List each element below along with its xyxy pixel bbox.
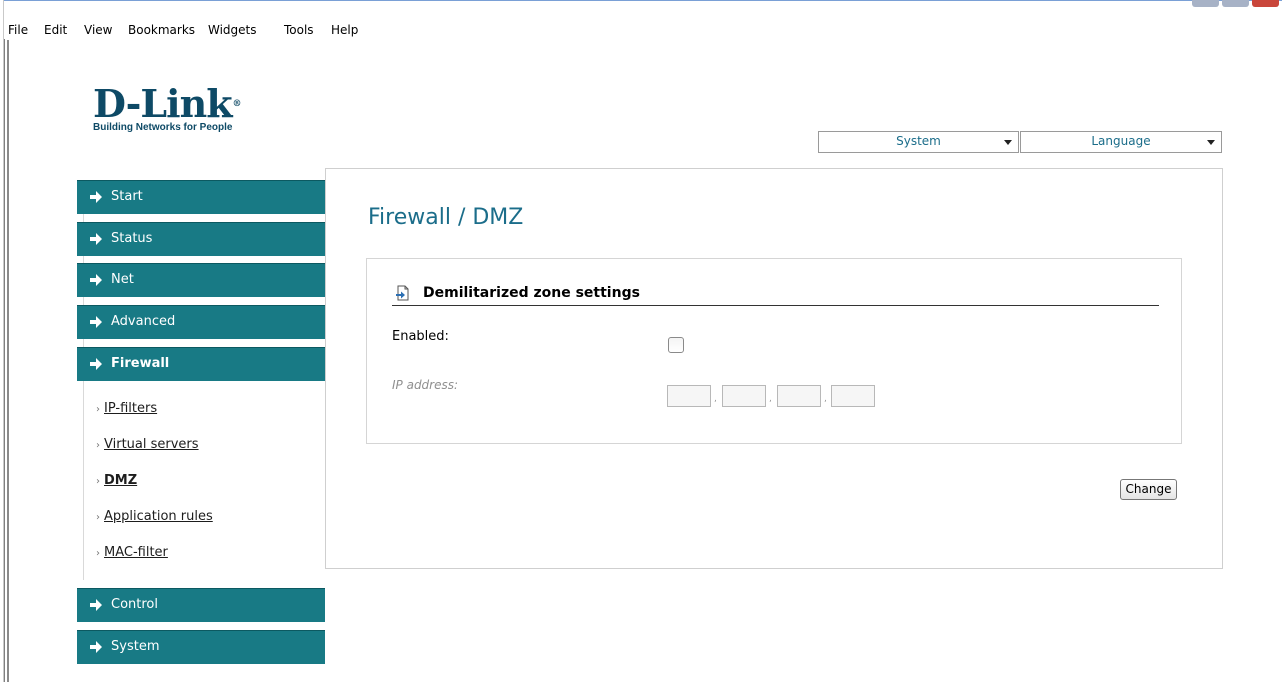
- ip-address-label: IP address:: [392, 378, 459, 392]
- menu-help[interactable]: Help: [331, 23, 358, 37]
- menu-view[interactable]: View: [84, 23, 112, 37]
- menu-file[interactable]: File: [8, 23, 28, 37]
- window-left-border: [0, 0, 5, 682]
- menu-bookmarks[interactable]: Bookmarks: [128, 23, 195, 37]
- maximize-button[interactable]: [1222, 0, 1249, 7]
- sidebar-item-control[interactable]: Control: [77, 588, 325, 622]
- dlink-logo: D-Link® Building Networks for People: [93, 81, 242, 134]
- sidebar-item-net[interactable]: Net: [77, 263, 325, 297]
- ip-octet-1-input[interactable]: [667, 385, 711, 407]
- subnav-mac-filter[interactable]: › MAC-filter: [96, 545, 168, 560]
- bullet-icon: ›: [96, 548, 100, 559]
- bullet-icon: ›: [96, 404, 100, 415]
- system-select[interactable]: System: [818, 131, 1019, 153]
- arrow-right-icon: [90, 641, 102, 653]
- menu-tools[interactable]: Tools: [284, 23, 314, 37]
- sidebar-item-system[interactable]: System: [77, 630, 325, 664]
- bullet-icon: ›: [96, 440, 100, 451]
- menu-edit[interactable]: Edit: [44, 23, 67, 37]
- sidebar-item-firewall[interactable]: Firewall: [77, 347, 325, 381]
- ip-separator: ,: [824, 394, 827, 404]
- ip-separator: ,: [769, 394, 772, 404]
- page-title: Firewall / DMZ: [368, 205, 524, 230]
- browser-menubar: File Edit View Bookmarks Widgets Tools H…: [4, 0, 1282, 39]
- enabled-checkbox[interactable]: [668, 337, 684, 353]
- enabled-label: Enabled:: [392, 329, 449, 344]
- language-select[interactable]: Language: [1020, 131, 1222, 153]
- subnav-dmz[interactable]: › DMZ: [96, 473, 137, 488]
- subnav-ip-filters[interactable]: › IP-filters: [96, 401, 157, 416]
- arrow-right-icon: [90, 274, 102, 286]
- arrow-right-icon: [90, 358, 102, 370]
- ip-octet-4-input[interactable]: [831, 385, 875, 407]
- arrow-right-icon: [90, 191, 102, 203]
- close-window-button[interactable]: [1252, 0, 1279, 7]
- window-left-edge: [7, 40, 9, 682]
- section-title: Demilitarized zone settings: [423, 285, 640, 301]
- menu-widgets[interactable]: Widgets: [208, 23, 257, 37]
- language-select-label: Language: [1091, 134, 1151, 148]
- window-controls: [1192, 0, 1282, 8]
- arrow-right-icon: [90, 599, 102, 611]
- arrow-right-icon: [90, 316, 102, 328]
- sidebar-item-start[interactable]: Start: [77, 180, 325, 214]
- bullet-icon: ›: [96, 476, 100, 487]
- chevron-down-icon: [1207, 140, 1215, 145]
- system-select-label: System: [896, 134, 941, 148]
- document-arrow-icon: [396, 285, 409, 301]
- subnav-application-rules[interactable]: › Application rules: [96, 509, 213, 524]
- sidebar-item-status[interactable]: Status: [77, 222, 325, 256]
- bullet-icon: ›: [96, 512, 100, 523]
- section-header: Demilitarized zone settings: [392, 283, 1159, 306]
- minimize-button[interactable]: [1192, 0, 1219, 7]
- arrow-right-icon: [90, 233, 102, 245]
- change-button[interactable]: Change: [1120, 479, 1177, 500]
- chevron-down-icon: [1004, 140, 1012, 145]
- ip-separator: ,: [714, 394, 717, 404]
- ip-octet-2-input[interactable]: [722, 385, 766, 407]
- sidebar-item-advanced[interactable]: Advanced: [77, 305, 325, 339]
- ip-octet-3-input[interactable]: [777, 385, 821, 407]
- logo-tagline: Building Networks for People: [93, 122, 233, 133]
- logo-brand: D-Link®: [93, 81, 242, 126]
- subnav-virtual-servers[interactable]: › Virtual servers: [96, 437, 199, 452]
